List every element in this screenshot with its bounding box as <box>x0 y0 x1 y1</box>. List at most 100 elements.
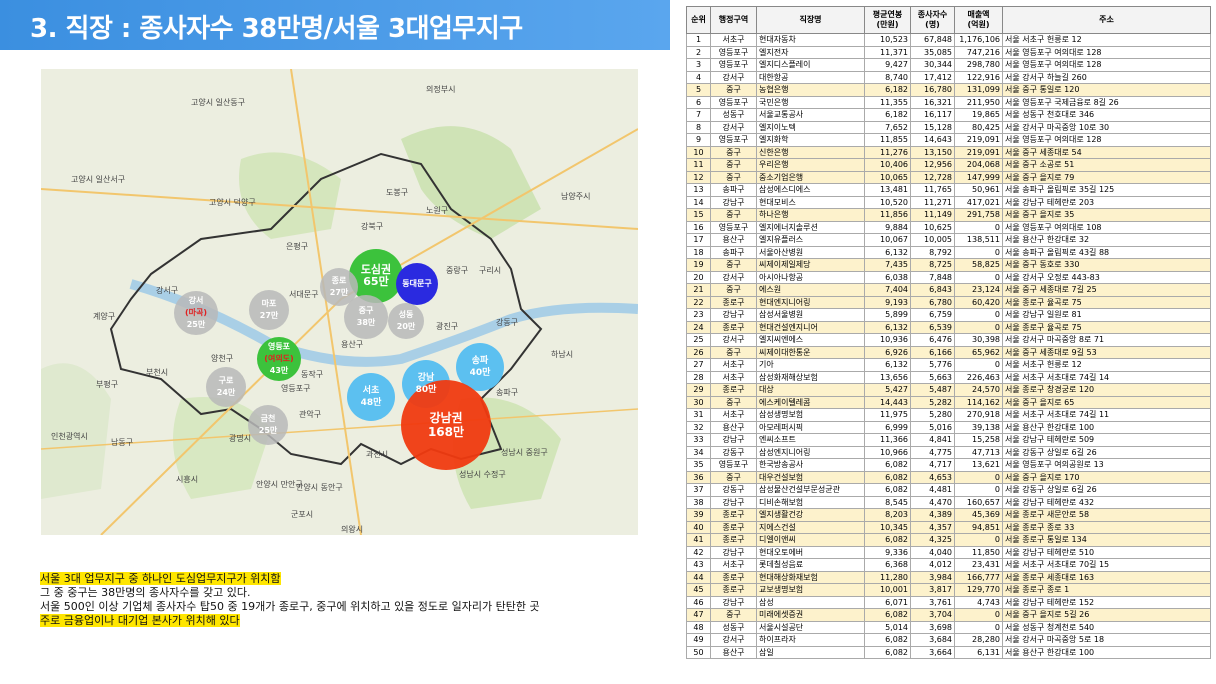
table-cell: 서울 중구 을지로 65 <box>1002 395 1211 409</box>
table-cell: 송파구 <box>710 183 757 197</box>
table-cell: 291,758 <box>954 208 1003 222</box>
table-cell: 중구 <box>710 345 757 359</box>
table-cell: 4,653 <box>910 470 955 484</box>
table-cell: 6,926 <box>864 345 911 359</box>
table-cell: 10,345 <box>864 520 911 534</box>
table-cell: 강남구 <box>710 195 757 209</box>
table-cell: 147,999 <box>954 170 1003 184</box>
table-cell: 11,856 <box>864 208 911 222</box>
table-cell: 대한항공 <box>756 70 865 84</box>
table-cell: 삼성물산건설부문성균관 <box>756 483 865 497</box>
table-cell: 28 <box>686 370 711 384</box>
table-cell: 6,368 <box>864 558 911 572</box>
map-label: 의정부시 <box>426 85 456 94</box>
table-cell: 0 <box>954 620 1003 634</box>
table-cell: 삼성엔지니어링 <box>756 445 865 459</box>
table-cell: 디엘이앤씨 <box>756 533 865 547</box>
map-label: 안양시 동안구 <box>296 483 343 492</box>
table-row: 21 중구 에스원 7,404 6,843 23,124 서울 중구 세종대로 7길 25 <box>686 283 1211 297</box>
table-cell: 13 <box>686 183 711 197</box>
bubble-text: 송파 40만 <box>469 356 491 378</box>
table-cell: 34 <box>686 445 711 459</box>
table-cell: 6,132 <box>864 320 911 334</box>
table-cell: 11,366 <box>864 433 911 447</box>
table-cell: 3,984 <box>910 570 955 584</box>
table-cell: 60,420 <box>954 295 1003 309</box>
table-cell: 11,280 <box>864 570 911 584</box>
bubble-text: 금천 25만 <box>258 414 278 435</box>
table-cell: 35,085 <box>910 45 955 59</box>
table-cell: 131,099 <box>954 83 1003 97</box>
table-row: 34 강동구 삼성엔지니어링 10,966 4,775 47,713 서울 강동구 상일로 … <box>686 445 1211 459</box>
table-cell: 현대엔지니어링 <box>756 295 865 309</box>
table-cell: 8,725 <box>910 258 955 272</box>
table-cell: 송파구 <box>710 245 757 259</box>
note-highlight-1: 서울 3대 업무지구 중 하나인 도심업무지구가 위치함 <box>40 572 281 585</box>
table-row: 49 강서구 하이프라자 6,082 3,684 28,280 서울 강서구 마곡중앙 5로… <box>686 633 1211 647</box>
table-cell: 6,182 <box>864 108 911 122</box>
table-cell: 47 <box>686 608 711 622</box>
table-cell: 서울 서초구 서초대로 74길 11 <box>1002 408 1211 422</box>
table-cell: 우리은행 <box>756 158 865 172</box>
table-cell: 5,899 <box>864 308 911 322</box>
table-cell: 16,780 <box>910 83 955 97</box>
table-cell: 서초구 <box>710 33 757 47</box>
table-cell: 4,470 <box>910 495 955 509</box>
map-label: 강서구 <box>156 286 179 295</box>
table-cell: 서울시설공단 <box>756 620 865 634</box>
table-cell: 0 <box>954 308 1003 322</box>
table-cell: 298,780 <box>954 58 1003 72</box>
table-cell: 45 <box>686 583 711 597</box>
table-cell: 747,216 <box>954 45 1003 59</box>
table-cell: 중구 <box>710 83 757 97</box>
table-cell: 미래에셋증권 <box>756 608 865 622</box>
table-cell: 서울 종로구 창경궁로 120 <box>1002 383 1211 397</box>
table-cell: 서울 서초구 헌릉로 12 <box>1002 33 1211 47</box>
table-cell: 30,344 <box>910 58 955 72</box>
map-label: 노원구 <box>426 206 449 215</box>
map-label: 광명시 <box>229 434 252 443</box>
table-cell: 3,761 <box>910 595 955 609</box>
map-label: 의왕시 <box>341 525 364 534</box>
note-line-2: 그 중 중구는 38만명의 종사자수를 갖고 있다. <box>40 586 251 599</box>
table-cell: 36 <box>686 470 711 484</box>
table-cell: 삼성서울병원 <box>756 308 865 322</box>
map-label: 고양시 일산동구 <box>191 98 246 107</box>
table-cell: 서울 송파구 올림픽로 43길 88 <box>1002 245 1211 259</box>
table-cell: 10,966 <box>864 445 911 459</box>
map-label: 송파구 <box>496 388 519 397</box>
table-cell: 40 <box>686 520 711 534</box>
table-cell: 서초구 <box>710 558 757 572</box>
table-cell: 219,091 <box>954 145 1003 159</box>
table-cell: 종로구 <box>710 320 757 334</box>
table-cell: 하나은행 <box>756 208 865 222</box>
table-cell: 서울 용산구 한강대로 32 <box>1002 233 1211 247</box>
table-cell: 12,956 <box>910 158 955 172</box>
table-cell: 11,276 <box>864 145 911 159</box>
table-cell: 39 <box>686 508 711 522</box>
table-cell: 서울 강동구 상일로 6길 26 <box>1002 483 1211 497</box>
table-cell: 현대자동차 <box>756 33 865 47</box>
table-cell: 서울 종로구 율곡로 75 <box>1002 295 1211 309</box>
bubble-text: 성동 20만 <box>396 310 416 331</box>
table-cell: 13,150 <box>910 145 955 159</box>
table-cell: 4,357 <box>910 520 955 534</box>
table-cell: 서울 강서구 오정로 443-83 <box>1002 270 1211 284</box>
map-label: 관악구 <box>299 410 322 419</box>
table-cell: 4 <box>686 70 711 84</box>
table-cell: 20 <box>686 270 711 284</box>
table-cell: 5,280 <box>910 408 955 422</box>
table-cell: 서울 강동구 상일로 6길 26 <box>1002 445 1211 459</box>
table-cell: 아시아나항공 <box>756 270 865 284</box>
table-cell: 26 <box>686 345 711 359</box>
table-cell: 7 <box>686 108 711 122</box>
table-cell: 30 <box>686 395 711 409</box>
table-cell: 7,404 <box>864 283 911 297</box>
table-cell: 15 <box>686 208 711 222</box>
table-row: 22 종로구 현대엔지니어링 9,193 6,780 60,420 서울 종로구 율곡로 7… <box>686 295 1211 309</box>
table-cell: 서울 영등포구 여의대로 128 <box>1002 133 1211 147</box>
table-cell: 중구 <box>710 470 757 484</box>
table-cell: 삼일 <box>756 645 865 659</box>
table-cell: 8,545 <box>864 495 911 509</box>
table-row: 10 중구 신한은행 11,276 13,150 219,091 서울 중구 세종대로 54 <box>686 145 1211 159</box>
